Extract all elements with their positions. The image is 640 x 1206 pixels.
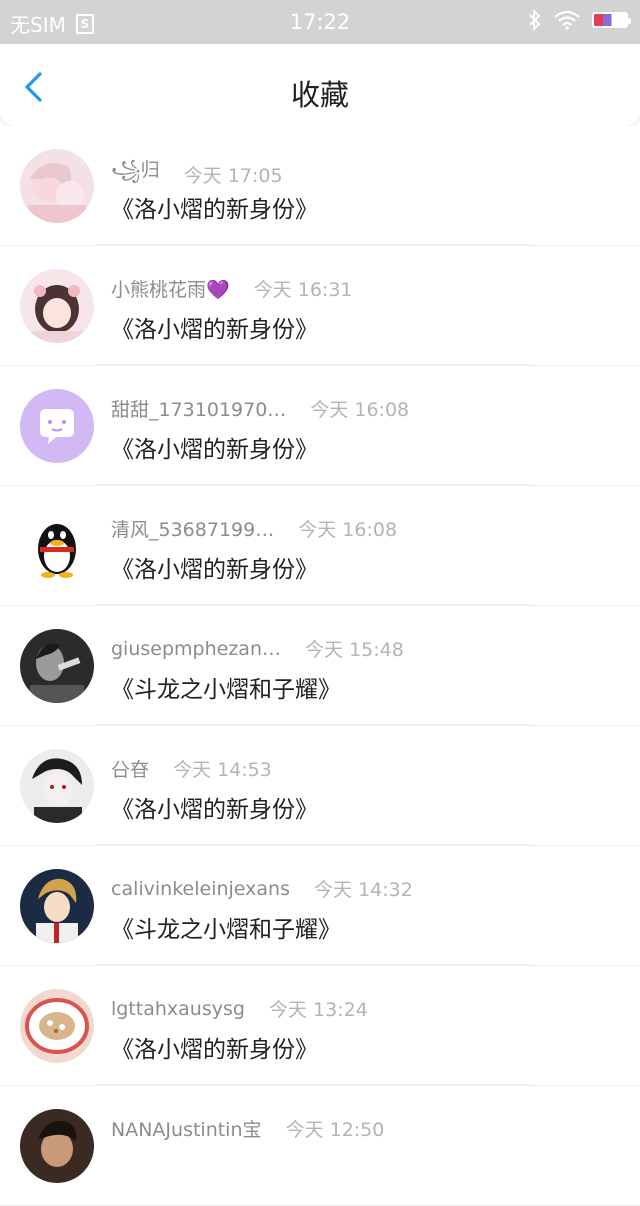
- timestamp: 今天 16:31: [253, 279, 353, 301]
- timestamp: 今天 16:08: [310, 399, 410, 421]
- avatar[interactable]: [20, 509, 94, 583]
- avatar[interactable]: [20, 989, 94, 1063]
- message-text[interactable]: 《洛小熠的新身份》: [111, 1030, 318, 1064]
- timestamp: 今天 15:48: [305, 639, 404, 661]
- message-text[interactable]: 《洛小熠的新身份》: [111, 790, 318, 824]
- item-meta: ꧁归 今天 17:05: [111, 155, 283, 194]
- list-item[interactable]: 小熊桃花雨💜 今天 16:31 《洛小熠的新身份》: [0, 246, 640, 366]
- status-bar: 无SIM S 17:22: [0, 0, 640, 44]
- item-meta: lgttahxausysg 今天 13:24: [111, 995, 368, 1022]
- timestamp: 今天 14:32: [314, 879, 413, 901]
- username[interactable]: giusepmphezan…: [111, 638, 281, 660]
- message-text[interactable]: 《洛小熠的新身份》: [111, 430, 318, 464]
- message-text[interactable]: 《斗龙之小熠和子耀》: [111, 910, 341, 944]
- qq-penguin-icon: [20, 509, 94, 583]
- avatar[interactable]: [20, 1109, 94, 1183]
- nav-bar: 收藏: [0, 44, 640, 126]
- timestamp: 今天 13:24: [269, 999, 368, 1021]
- divider: [96, 484, 530, 485]
- divider: [96, 604, 530, 605]
- page-title: 收藏: [290, 78, 349, 112]
- username[interactable]: 㕣昚: [111, 755, 149, 782]
- username[interactable]: lgttahxausysg: [111, 998, 245, 1020]
- list-item[interactable]: giusepmphezan… 今天 15:48 《斗龙之小熠和子耀》: [0, 606, 640, 726]
- item-meta: 清风_53687199… 今天 16:08: [111, 515, 397, 542]
- timestamp: 今天 14:53: [173, 759, 272, 781]
- battery-icon: [592, 12, 631, 28]
- avatar[interactable]: [20, 869, 94, 943]
- list-item[interactable]: 清风_53687199… 今天 16:08 《洛小熠的新身份》: [0, 486, 640, 606]
- status-icons: [528, 9, 631, 31]
- timestamp: 今天 16:08: [298, 519, 398, 541]
- favorites-list: ꧁归 今天 17:05 《洛小熠的新身份》 小熊桃花雨💜 今天 16:31 《洛…: [0, 126, 640, 1206]
- divider: [96, 844, 530, 845]
- message-text[interactable]: 《洛小熠的新身份》: [111, 190, 318, 224]
- item-meta: 甜甜_173101970… 今天 16:08: [111, 395, 409, 422]
- wifi-icon: [554, 10, 580, 30]
- username[interactable]: 清风_53687199…: [111, 515, 274, 542]
- avatar[interactable]: [20, 749, 94, 823]
- avatar[interactable]: [20, 269, 94, 343]
- divider: [96, 724, 530, 725]
- avatar[interactable]: [20, 149, 94, 223]
- divider: [96, 364, 530, 365]
- item-meta: calivinkeleinjexans 今天 14:32: [111, 875, 413, 902]
- divider: [96, 244, 530, 245]
- list-item[interactable]: lgttahxausysg 今天 13:24 《洛小熠的新身份》: [0, 966, 640, 1086]
- list-item[interactable]: ꧁归 今天 17:05 《洛小熠的新身份》: [0, 126, 640, 246]
- message-text[interactable]: 《斗龙之小熠和子耀》: [111, 670, 341, 704]
- item-meta: 小熊桃花雨💜 今天 16:31: [111, 275, 353, 302]
- item-meta: giusepmphezan… 今天 15:48: [111, 635, 404, 662]
- timestamp: 今天 17:05: [183, 165, 283, 187]
- divider: [96, 1084, 530, 1085]
- list-item[interactable]: calivinkeleinjexans 今天 14:32 《斗龙之小熠和子耀》: [0, 846, 640, 966]
- list-item[interactable]: 甜甜_173101970… 今天 16:08 《洛小熠的新身份》: [0, 366, 640, 486]
- divider: [96, 964, 530, 965]
- avatar[interactable]: [20, 389, 94, 463]
- item-meta: 㕣昚 今天 14:53: [111, 755, 272, 782]
- message-text[interactable]: 《洛小熠的新身份》: [111, 310, 318, 344]
- avatar[interactable]: [20, 629, 94, 703]
- username[interactable]: 小熊桃花雨💜: [111, 275, 230, 302]
- username[interactable]: calivinkeleinjexans: [111, 878, 290, 900]
- list-item[interactable]: NANAJustintin宝 今天 12:50: [0, 1086, 640, 1206]
- message-text[interactable]: 《洛小熠的新身份》: [111, 550, 318, 584]
- list-item[interactable]: 㕣昚 今天 14:53 《洛小熠的新身份》: [0, 726, 640, 846]
- bluetooth-icon: [529, 9, 541, 31]
- username[interactable]: ꧁归: [111, 155, 160, 194]
- username[interactable]: 甜甜_173101970…: [111, 395, 286, 422]
